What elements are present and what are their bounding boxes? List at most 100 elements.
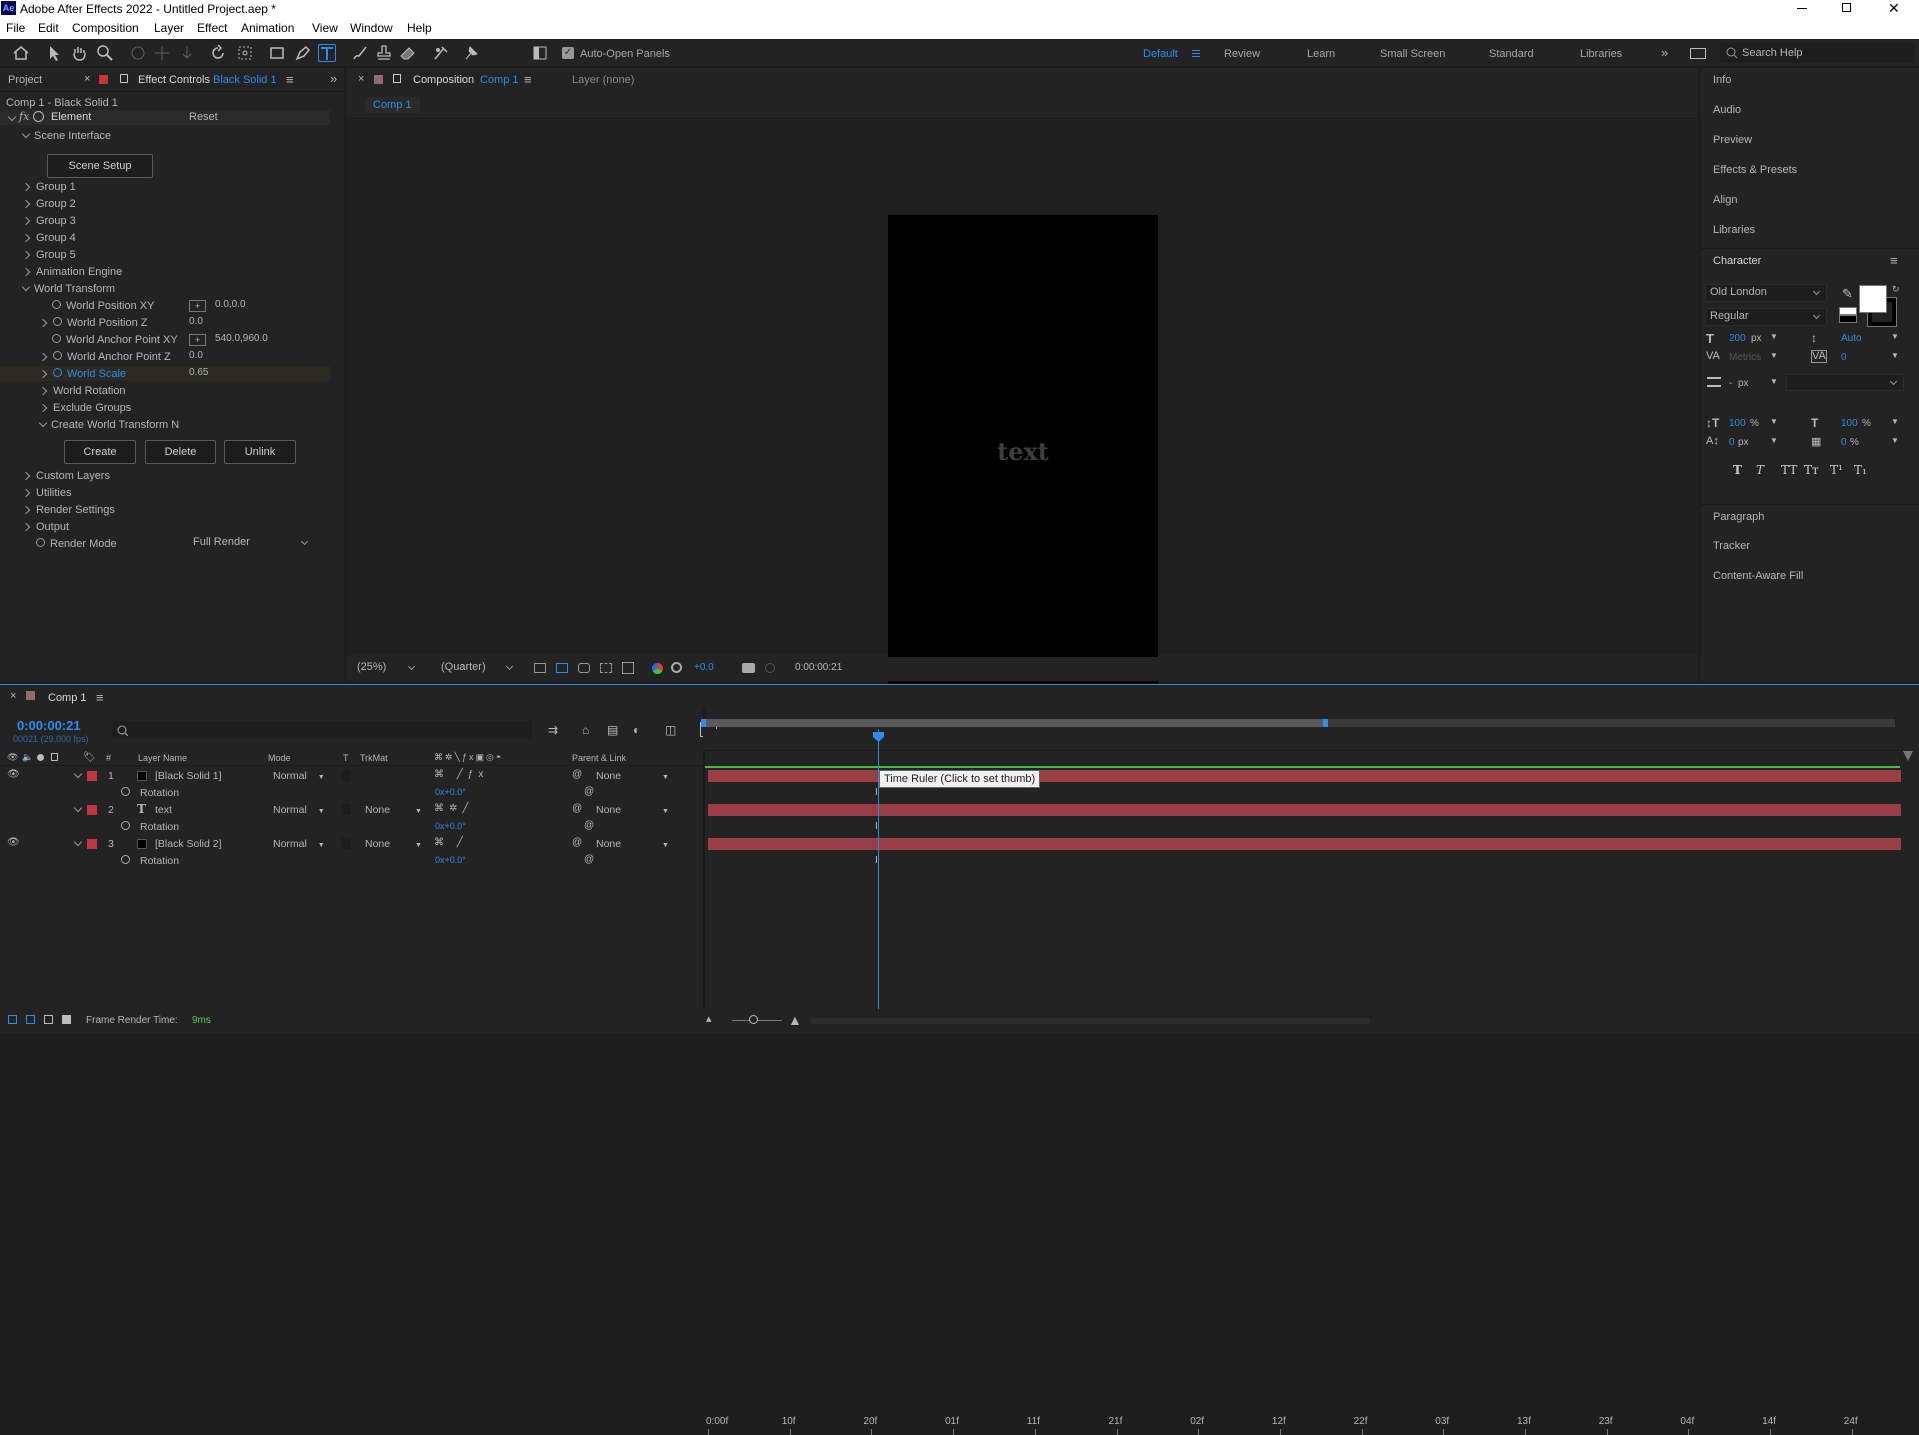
layer-name[interactable]: [Black Solid 1] (155, 770, 222, 782)
more-workspaces-icon[interactable]: » (1661, 45, 1668, 60)
scene-setup-button[interactable]: Scene Setup (47, 154, 153, 178)
superscript-button[interactable]: T¹ (1830, 463, 1843, 477)
fast-previews-icon[interactable] (534, 663, 546, 673)
layer-mode-dropdown[interactable]: Normal ▼ (273, 804, 325, 816)
baseline-shift-value[interactable]: 0 (1729, 437, 1735, 448)
parent-dropdown[interactable]: None ▼ (596, 770, 669, 782)
panel-effects-presets[interactable]: Effects & Presets (1701, 158, 1919, 182)
faux-italic-button[interactable]: T (1756, 463, 1764, 477)
panel-menu-icon[interactable]: ≡ (524, 72, 532, 87)
panel-info[interactable]: Info (1701, 68, 1919, 92)
layer-label-color[interactable] (87, 805, 97, 815)
render-settings-group[interactable]: Render Settings (21, 504, 115, 516)
t-checkbox[interactable] (341, 804, 351, 815)
show-snapshot-icon[interactable] (765, 663, 775, 673)
dolly-camera-icon[interactable] (178, 44, 196, 62)
lock-icon[interactable] (120, 74, 128, 83)
layer-duration-bar[interactable] (708, 838, 1901, 850)
timeline-scrollbar-right[interactable] (1903, 751, 1913, 761)
layer-name[interactable]: [Black Solid 2] (155, 838, 222, 850)
comp-canvas[interactable]: text (888, 215, 1158, 695)
panel-preview[interactable]: Preview (1701, 128, 1919, 152)
pickwhip-icon[interactable]: @ (584, 854, 594, 865)
menu-view[interactable]: View (312, 21, 338, 35)
scene-interface-group[interactable]: Scene Interface (21, 129, 111, 142)
menu-effect[interactable]: Effect (197, 21, 227, 35)
stopwatch-icon[interactable] (53, 317, 62, 326)
frame-blending-icon[interactable]: ◐ (633, 723, 640, 737)
hide-shy-layers-icon[interactable]: ▤ (607, 723, 618, 737)
character-title[interactable]: Character (1713, 255, 1761, 267)
snapshot-icon[interactable] (742, 663, 755, 673)
chevron-right-icon[interactable] (38, 352, 48, 362)
expand-layer-icon[interactable] (73, 802, 83, 814)
pickwhip-icon[interactable]: @ (584, 820, 594, 831)
layer-switches[interactable]: ⌘✲╱ (434, 803, 473, 814)
delete-button[interactable]: Delete (145, 440, 216, 464)
stopwatch-icon[interactable] (36, 538, 45, 547)
stopwatch-icon[interactable] (53, 351, 62, 360)
layer-switches[interactable]: ⌘ ╱ƒx (434, 769, 488, 780)
group-1[interactable]: Group 1 (21, 181, 76, 193)
pickwhip-icon[interactable]: @ (584, 786, 594, 797)
chevron-down-icon[interactable]: ▼ (1770, 436, 1778, 445)
chevron-down-icon[interactable]: ▼ (1770, 351, 1778, 360)
fx-icon[interactable]: fx (19, 110, 29, 123)
stopwatch-icon[interactable] (121, 821, 130, 830)
rectangle-tool-icon[interactable] (268, 44, 286, 62)
roto-brush-tool-icon[interactable] (432, 44, 450, 62)
pickwhip-icon[interactable]: @ (572, 769, 582, 780)
expand-layer-icon[interactable] (73, 836, 83, 848)
chevron-down-icon[interactable]: ▼ (1891, 436, 1899, 445)
group-4[interactable]: Group 4 (21, 232, 76, 244)
tab-effect-controls-layer[interactable]: Black Solid 1 (213, 74, 277, 86)
pickwhip-icon[interactable]: @ (572, 803, 582, 814)
property-value[interactable]: 0x+0.0° (435, 787, 466, 797)
parent-dropdown[interactable]: None ▼ (596, 838, 669, 850)
trkmat-dropdown[interactable]: None ▼ (365, 838, 422, 850)
group-2[interactable]: Group 2 (21, 198, 76, 210)
zoom-out-icon[interactable]: ▴ (706, 1012, 712, 1025)
subscript-button[interactable]: T₁ (1854, 463, 1867, 477)
workspace-small-screen[interactable]: Small Screen (1380, 48, 1445, 60)
close-tab-icon[interactable]: × (10, 690, 16, 702)
fill-color-swatch[interactable] (1859, 285, 1887, 313)
workspace-learn[interactable]: Learn (1307, 48, 1335, 60)
region-of-interest-icon[interactable] (600, 663, 612, 673)
trkmat-dropdown[interactable]: None ▼ (365, 804, 422, 816)
layer-mode-dropdown[interactable]: Normal ▼ (273, 770, 325, 782)
timeline-tab[interactable]: Comp 1 (48, 692, 87, 704)
panel-menu-icon[interactable]: ≡ (286, 72, 294, 87)
crosshair-icon[interactable]: + (189, 334, 206, 346)
tracking-value[interactable]: 0 (1841, 352, 1847, 363)
horizontal-scale-value[interactable]: 100 (1841, 418, 1858, 429)
chevron-right-icon[interactable] (38, 369, 48, 379)
expand-layer-icon[interactable] (73, 768, 83, 780)
parent-dropdown[interactable]: None ▼ (596, 804, 669, 816)
panel-content-aware-fill[interactable]: Content-Aware Fill (1701, 564, 1919, 588)
brush-tool-icon[interactable] (351, 44, 369, 62)
create-button[interactable]: Create (64, 440, 136, 464)
layer-search-input[interactable] (112, 721, 532, 739)
rotation-tool-icon[interactable] (209, 44, 227, 62)
timeline-timecode[interactable]: 0:00:00:21 (17, 718, 81, 733)
close-tab-icon[interactable]: × (358, 73, 364, 85)
layer-switches-toggle-icon[interactable] (8, 1015, 17, 1024)
motion-blur-icon[interactable]: ◫ (665, 723, 676, 737)
stopwatch-icon[interactable] (121, 855, 130, 864)
type-tool-icon[interactable] (318, 44, 336, 62)
swap-colors-icon[interactable]: ↻ (1892, 284, 1900, 295)
layer-duration-bar[interactable] (708, 804, 1901, 816)
crosshair-icon[interactable]: + (189, 300, 206, 312)
output-group[interactable]: Output (21, 521, 69, 533)
panel-menu-icon[interactable]: ≡ (1890, 253, 1898, 268)
draft-3d-icon[interactable]: ⌂ (582, 723, 589, 737)
layer-row[interactable]: 2 T text Normal ▼ None ▼ ⌘✲╱ @ None ▼ (0, 802, 703, 819)
clone-stamp-tool-icon[interactable] (375, 44, 393, 62)
animation-engine-group[interactable]: Animation Engine (21, 266, 122, 278)
font-style-dropdown[interactable]: Regular (1705, 308, 1827, 326)
font-size-value[interactable]: 200 (1729, 333, 1746, 344)
world-position-z-value[interactable]: 0.0 (189, 316, 203, 327)
property-value[interactable]: 0x+0.0° (435, 821, 466, 831)
chevron-right-icon[interactable] (38, 318, 48, 328)
